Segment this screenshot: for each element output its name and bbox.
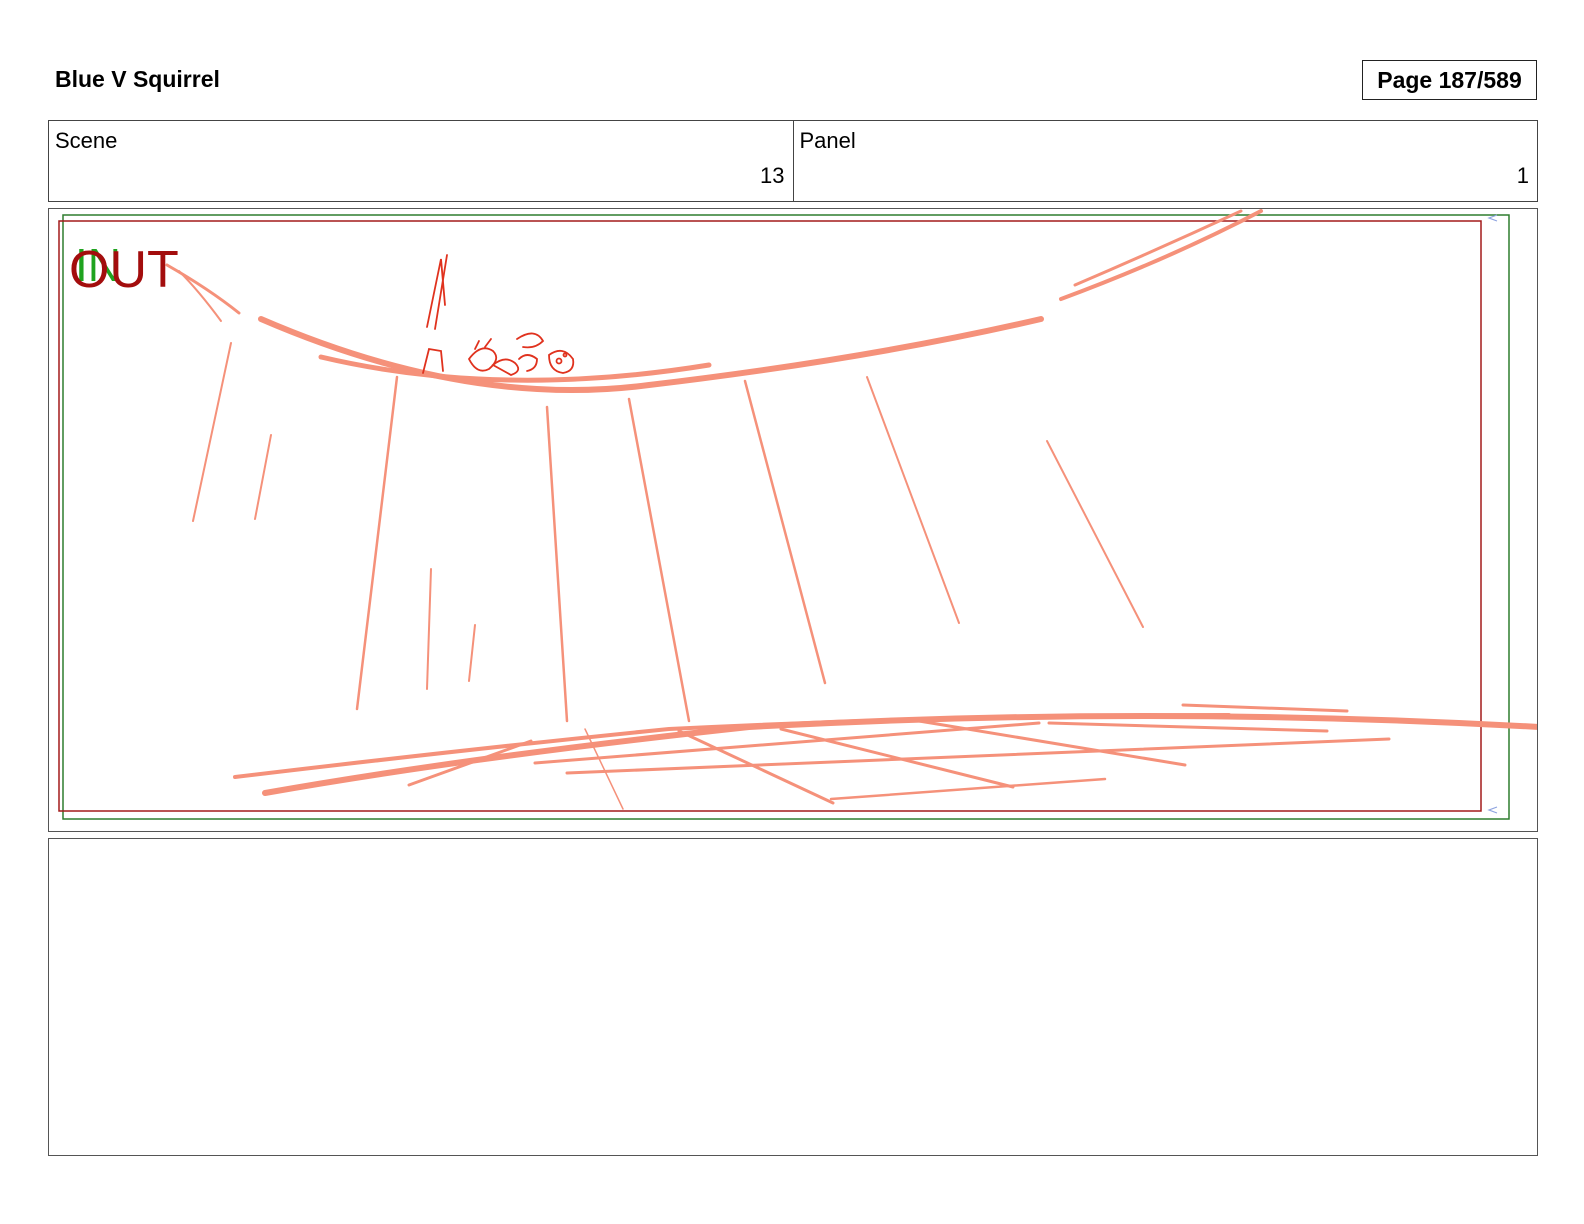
corner-arrow-icon bbox=[1487, 214, 1498, 222]
out-marker: OUT bbox=[69, 241, 179, 299]
scene-value: 13 bbox=[760, 163, 785, 188]
project-title: Blue V Squirrel bbox=[55, 66, 220, 92]
squirrel-character-icon bbox=[422, 254, 575, 376]
branch-strokes bbox=[165, 209, 1537, 810]
corner-arrow-icon bbox=[1487, 806, 1498, 814]
scene-cell: Scene 13 bbox=[49, 121, 793, 201]
storyboard-frame: IN OUT bbox=[48, 208, 1538, 832]
scene-label: Scene bbox=[55, 128, 118, 153]
sketch-drawing: IN OUT bbox=[58, 209, 1537, 820]
panel-cell: Panel 1 bbox=[792, 121, 1538, 201]
panel-label: Panel bbox=[799, 128, 856, 153]
notes-box bbox=[48, 838, 1538, 1156]
panel-value: 1 bbox=[1516, 163, 1529, 188]
outer-safe-border bbox=[62, 214, 1510, 820]
page-number-badge: Page 187/589 bbox=[1362, 60, 1537, 100]
scene-panel-info: Scene 13 Panel 1 bbox=[48, 120, 1538, 202]
